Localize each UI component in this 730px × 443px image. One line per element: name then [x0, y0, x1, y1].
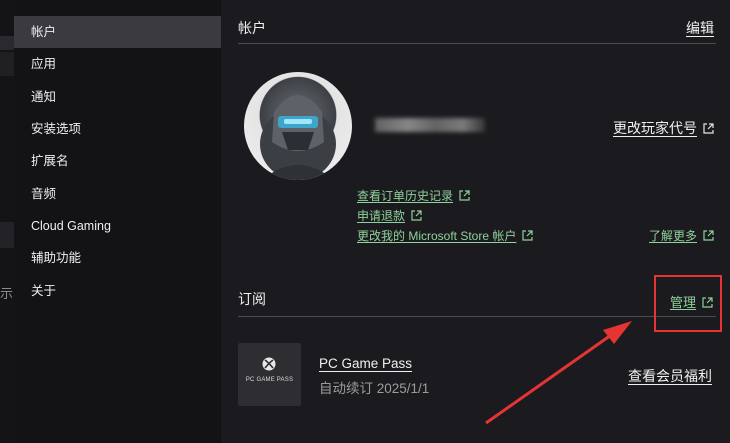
edit-button[interactable]: 编辑 — [686, 18, 714, 38]
external-link-icon — [703, 123, 714, 134]
sidebar-item-apps[interactable]: 应用 — [14, 48, 221, 80]
change-store-account-link[interactable]: 更改我的 Microsoft Store 帐户 — [357, 227, 533, 244]
learn-more-link[interactable]: 了解更多 — [649, 227, 714, 244]
external-link-icon — [703, 230, 714, 241]
subscriptions-section-title: 订阅 — [238, 291, 266, 307]
sidebar-item-install-options[interactable]: 安装选项 — [14, 113, 221, 145]
subscription-name-link[interactable]: PC Game Pass — [319, 356, 412, 371]
sidebar-item-account[interactable]: 帐户 — [14, 16, 221, 48]
sidebar-item-accessibility[interactable]: 辅助功能 — [14, 242, 221, 274]
avatar — [244, 72, 352, 180]
view-member-benefits-link[interactable]: 查看会员福利 — [628, 366, 712, 386]
sidebar-item-about[interactable]: 关于 — [14, 275, 221, 307]
game-pass-tile: PC GAME PASS — [238, 343, 301, 406]
sidebar-item-audio[interactable]: 音频 — [14, 178, 221, 210]
external-link-icon — [459, 190, 470, 201]
refund-link[interactable]: 申请退款 — [357, 207, 422, 224]
xbox-logo-icon — [262, 357, 276, 371]
order-history-link[interactable]: 查看订单历史记录 — [357, 187, 470, 204]
external-link-icon — [522, 230, 533, 241]
sidebar-item-notifications[interactable]: 通知 — [14, 81, 221, 113]
game-pass-tile-text: PC GAME PASS — [245, 377, 294, 383]
change-gamertag-link[interactable]: 更改玩家代号 — [613, 118, 714, 138]
account-divider — [238, 43, 716, 44]
account-section-title: 帐户 — [238, 20, 266, 36]
gamertag-redacted — [375, 118, 485, 132]
background-window-edge: 示 — [0, 0, 14, 443]
sidebar-item-cloud-gaming[interactable]: Cloud Gaming — [14, 210, 221, 242]
sidebar-item-extensions[interactable]: 扩展名 — [14, 145, 221, 177]
subscriptions-divider — [238, 316, 716, 317]
account-settings-panel: 帐户 编辑 更改玩家代号 查看订单历史记录 申请退款 更改我的 Microsof… — [221, 0, 730, 443]
settings-sidebar: 帐户 应用 通知 安装选项 扩展名 音频 Cloud Gaming 辅助功能 关… — [14, 0, 221, 443]
external-link-icon — [702, 297, 713, 308]
background-text-fragment: 示 — [0, 286, 14, 301]
subscription-renewal-text: 自动续订 2025/1/1 — [319, 381, 430, 396]
external-link-icon — [411, 210, 422, 221]
manage-subscriptions-link[interactable]: 管理 — [670, 292, 713, 311]
